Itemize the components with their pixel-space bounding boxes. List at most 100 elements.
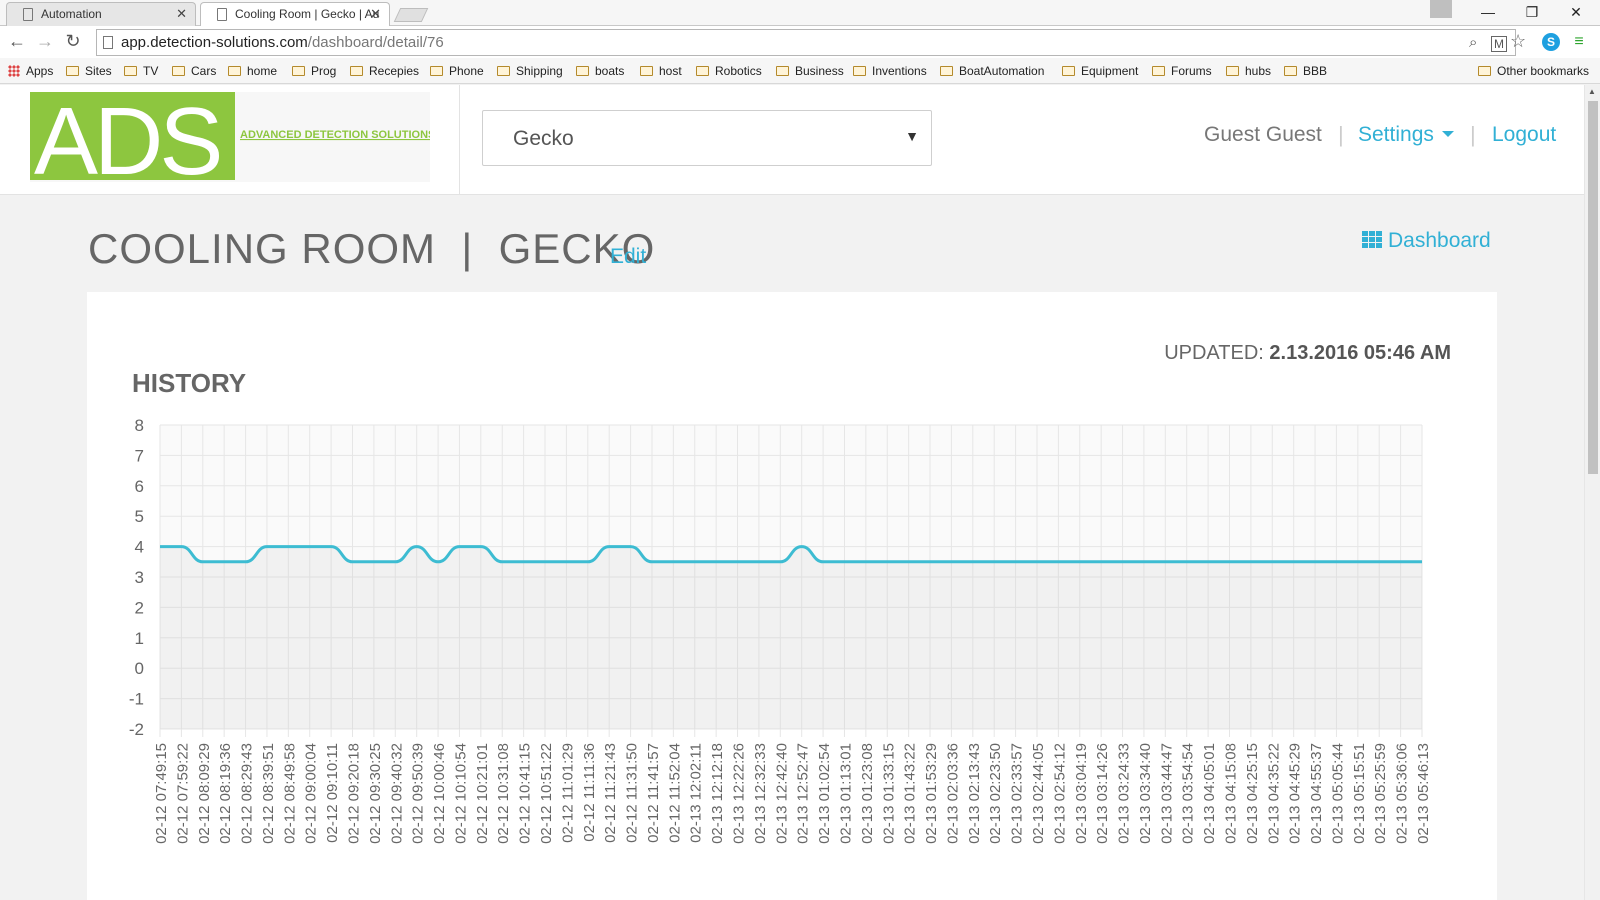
folder-icon [1284,66,1297,76]
x-tick-label: 02-13 02:54:12 [1051,743,1068,844]
edit-link[interactable]: Edit [610,245,646,269]
x-tick-label: 02-12 10:31:08 [495,743,512,844]
page-icon [103,36,113,49]
menu-icon[interactable]: ≡ [1570,33,1588,51]
folder-icon [228,66,241,76]
x-tick-label: 02-13 05:15:51 [1351,743,1368,844]
new-tab-button[interactable] [393,8,429,22]
url-text: app.detection-solutions.com/dashboard/de… [121,34,444,51]
star-icon[interactable]: ☆ [1510,31,1526,52]
bookmark-folder[interactable]: Business [776,64,844,78]
scrollbar-thumb[interactable] [1588,101,1598,474]
page-scrollbar[interactable]: ▲ [1584,85,1600,900]
bookmark-folder[interactable]: Sites [66,64,112,78]
close-tab-icon[interactable]: ✕ [370,6,381,22]
y-tick-label: 5 [135,507,144,526]
nav-separator: | [1470,122,1476,147]
x-tick-label: 02-12 11:31:50 [624,743,641,843]
close-window-icon[interactable]: ✕ [1556,0,1596,24]
browser-tab-strip: Automation ✕ Cooling Room | Gecko | Au ✕… [0,0,1600,26]
logout-link[interactable]: Logout [1492,123,1556,147]
profile-icon[interactable] [1430,0,1452,18]
bookmark-folder[interactable]: Phone [430,64,484,78]
zoom-icon[interactable]: ⌕ [1469,34,1477,51]
page-content: ADS ADVANCED DETECTION SOLUTIONS Gecko ▼… [0,85,1584,900]
bookmark-folder[interactable]: hubs [1226,64,1271,78]
folder-icon [1152,66,1165,76]
x-tick-label: 02-13 12:42:40 [773,743,790,844]
page-icon [217,8,227,21]
x-tick-label: 02-13 04:55:37 [1308,743,1325,844]
x-tick-label: 02-12 11:11:36 [581,743,598,842]
browser-tab-active[interactable]: Cooling Room | Gecko | Au ✕ [200,2,390,26]
bookmark-folder[interactable]: Inventions [853,64,927,78]
logo-cell: ADS ADVANCED DETECTION SOLUTIONS [0,85,460,195]
device-select-value: Gecko [513,127,574,150]
folder-icon [696,66,709,76]
x-tick-label: 02-12 11:21:43 [602,743,619,843]
scroll-up-icon[interactable]: ▲ [1588,87,1596,96]
bookmark-folder[interactable]: Shipping [497,64,563,78]
y-tick-label: 4 [135,538,144,557]
folder-icon [940,66,953,76]
bookmark-folder[interactable]: BoatAutomation [940,64,1044,78]
dashboard-link[interactable]: Dashboard [1362,229,1491,253]
bookmark-folder[interactable]: BBB [1284,64,1327,78]
site-header: ADS ADVANCED DETECTION SOLUTIONS Gecko ▼… [0,85,1584,195]
logo-tagline: ADVANCED DETECTION SOLUTIONS [240,129,430,141]
bookmark-folder[interactable]: Equipment [1062,64,1138,78]
y-tick-label: 2 [135,598,144,617]
forward-icon[interactable]: → [34,31,56,52]
tab-title: Cooling Room | Gecko | Au [235,7,380,21]
x-tick-label: 02-12 08:19:36 [217,743,234,844]
x-tick-label: 02-13 03:24:33 [1116,743,1133,844]
x-tick-label: 02-13 12:52:47 [795,743,812,844]
bookmark-folder[interactable]: TV [124,64,158,78]
history-chart[interactable]: -2 -1 0 1 2 3 4 5 6 7 8 02-12 07:49:15 02-12 07:59:2… [87,292,1497,900]
folder-icon [853,66,866,76]
settings-menu[interactable]: Settings [1358,123,1454,147]
x-tick-label: 02-12 11:01:29 [559,743,576,843]
ads-logo[interactable]: ADS ADVANCED DETECTION SOLUTIONS [30,92,430,182]
x-tick-label: 02-13 05:36:06 [1394,743,1411,844]
restore-icon[interactable]: ❐ [1512,0,1552,24]
address-bar[interactable]: app.detection-solutions.com/dashboard/de… [96,29,1516,56]
x-tick-label: 02-12 10:10:54 [452,743,469,844]
x-tick-label: 02-13 01:43:22 [902,743,919,844]
user-name: Guest Guest [1204,123,1322,146]
x-tick-label: 02-13 03:34:40 [1137,743,1154,844]
x-tick-label: 02-13 05:46:13 [1415,743,1432,844]
extension-icon[interactable]: M [1491,36,1507,52]
bookmark-folder[interactable]: Robotics [696,64,762,78]
bookmark-folder[interactable]: Forums [1152,64,1212,78]
device-select[interactable]: Gecko ▼ [482,110,932,166]
minimize-icon[interactable]: — [1468,0,1508,24]
bookmark-folder[interactable]: host [640,64,682,78]
grid-icon [1362,231,1382,248]
close-tab-icon[interactable]: ✕ [176,6,187,22]
browser-tab[interactable]: Automation ✕ [6,2,196,26]
tab-title: Automation [41,7,102,21]
reload-icon[interactable]: ↻ [62,31,84,52]
x-tick-label: 02-12 09:10:11 [324,743,341,843]
x-tick-label: 02-12 07:49:15 [153,743,170,844]
x-tick-label: 02-12 09:40:32 [388,743,405,844]
x-tick-label: 02-12 10:51:22 [538,743,555,844]
x-tick-label: 02-13 01:33:15 [880,743,897,844]
bookmark-folder[interactable]: Prog [292,64,336,78]
bookmark-folder[interactable]: home [228,64,277,78]
skype-icon[interactable]: S [1542,33,1560,51]
bookmark-folder[interactable]: Recepies [350,64,419,78]
bookmark-folder[interactable]: Cars [172,64,216,78]
x-tick-label: 02-13 12:32:33 [752,743,769,844]
bookmark-folder[interactable]: boats [576,64,624,78]
folder-icon [430,66,443,76]
y-tick-label: 1 [135,629,144,648]
folder-icon [124,66,137,76]
x-tick-label: 02-12 11:52:04 [666,743,683,843]
x-tick-label: 02-12 07:59:22 [174,743,191,844]
apps-bookmark[interactable]: Apps [8,64,53,78]
nav-separator: | [1338,122,1344,147]
other-bookmarks[interactable]: Other bookmarks [1478,64,1589,78]
back-icon[interactable]: ← [6,31,28,52]
